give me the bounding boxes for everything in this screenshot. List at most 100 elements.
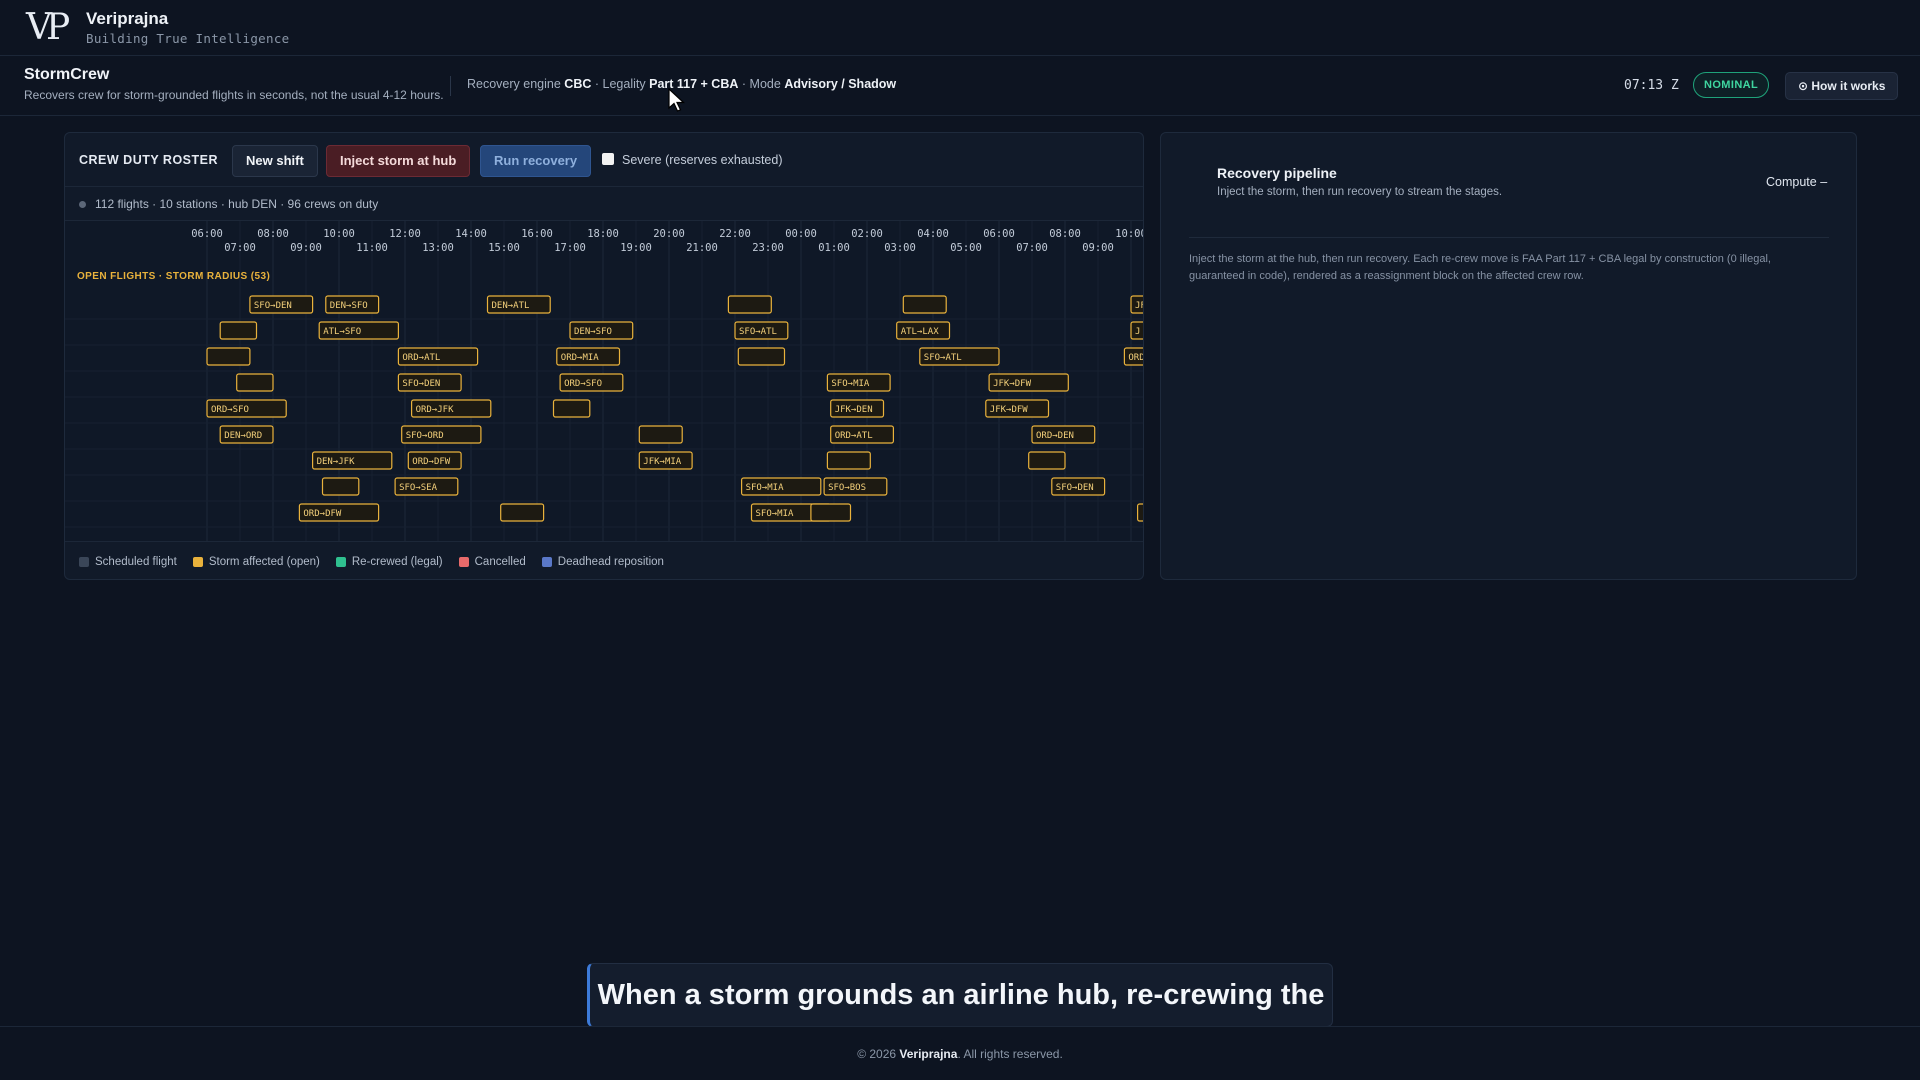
legend-storm-affected: Storm affected (open) xyxy=(192,556,320,568)
flight-label: SFO→MIA xyxy=(746,483,785,493)
flight-label: JF xyxy=(1135,301,1144,311)
footer-brand: Veriprajna xyxy=(899,1047,958,1061)
footer-suffix: . All rights reserved. xyxy=(957,1047,1063,1061)
flight-block xyxy=(236,373,274,392)
flight-block xyxy=(206,347,251,366)
roster-title: CREW DUTY ROSTER xyxy=(79,153,219,167)
roster-stats: 112 flights · 10 stations · hub DEN · 96… xyxy=(65,187,1143,221)
legend-swatch xyxy=(335,556,346,567)
time-tick-top: 16:00 xyxy=(521,228,553,240)
flight-label: DEN→SFO xyxy=(574,327,612,337)
legend-label: Re-crewed (legal) xyxy=(351,555,443,568)
time-tick-top: 08:00 xyxy=(257,228,289,240)
time-tick-top: 06:00 xyxy=(983,228,1015,240)
flight-label: SFO→DEN xyxy=(402,379,440,389)
engine-label: Recovery engine xyxy=(467,77,561,91)
time-tick-bottom: 07:00 xyxy=(224,242,256,254)
flight-label: SFO→MIA xyxy=(831,379,870,389)
flight-block xyxy=(500,503,545,522)
flight-block xyxy=(219,321,258,340)
flight-block xyxy=(1137,503,1143,522)
legend-swatch xyxy=(541,556,552,567)
mode-label: Mode xyxy=(749,77,781,91)
flight-label: ORD→ATL xyxy=(835,431,873,441)
flight-label: SFO→ORD xyxy=(406,431,444,441)
flight-block xyxy=(1028,451,1066,470)
flight-label: ATL→SFO xyxy=(323,327,361,337)
time-tick-top: 12:00 xyxy=(389,228,421,240)
flight-block xyxy=(737,347,786,366)
pipeline-title: Recovery pipeline xyxy=(1217,165,1337,181)
flight-label: ORD→MIA xyxy=(561,353,600,363)
legend-deadhead: Deadhead reposition xyxy=(541,555,664,568)
time-tick-bottom: 01:00 xyxy=(818,242,850,254)
run-recovery-button[interactable]: Run recovery xyxy=(480,145,592,177)
flight-label: SFO→ATL xyxy=(924,353,962,363)
flight-label: ORD→DFW xyxy=(412,457,451,467)
flight-label: ORD→DEN xyxy=(1036,431,1074,441)
brand-bar: VP Veriprajna Building True Intelligence xyxy=(0,0,1920,56)
time-tick-top: 00:00 xyxy=(785,228,817,240)
legend-label: Scheduled flight xyxy=(95,555,177,568)
footer: © 2026 Veriprajna. All rights reserved. xyxy=(0,1026,1920,1080)
severe-toggle[interactable]: Severe (reserves exhausted) xyxy=(602,152,783,167)
mouse-cursor-icon xyxy=(668,88,686,112)
flight-label: SFO→DEN xyxy=(1056,483,1094,493)
zulu-clock: 07:13 Z xyxy=(1624,78,1679,93)
time-tick-bottom: 09:00 xyxy=(1082,242,1114,254)
flight-label: ORD xyxy=(1128,353,1144,363)
new-shift-button[interactable]: New shift xyxy=(232,145,318,177)
legend-label: Deadhead reposition xyxy=(557,555,664,568)
engine-value: CBC xyxy=(564,77,592,91)
time-tick-top: 18:00 xyxy=(587,228,619,240)
severe-checkbox[interactable] xyxy=(602,152,614,165)
compute-toggle[interactable]: Compute – xyxy=(1766,175,1827,189)
status-badge: NOMINAL xyxy=(1693,72,1770,98)
flight-block xyxy=(902,295,947,314)
time-tick-bottom: 03:00 xyxy=(884,242,916,254)
app-subtitle: Recovers crew for storm-grounded flights… xyxy=(24,88,444,102)
legend-scheduled: Scheduled flight xyxy=(79,556,177,568)
legend-recrewed: Re-crewed (legal) xyxy=(335,555,443,568)
brand-name: Veriprajna xyxy=(86,9,169,28)
legality-value: Part 117 + CBA xyxy=(649,77,739,91)
time-tick-bottom: 17:00 xyxy=(554,242,586,254)
time-tick-top: 04:00 xyxy=(917,228,949,240)
flight-label: DEN→SFO xyxy=(330,301,368,311)
flight-label: SFO→MIA xyxy=(756,509,795,519)
time-tick-bottom: 09:00 xyxy=(290,242,322,254)
roster-toolbar: CREW DUTY ROSTER New shift Inject storm … xyxy=(65,133,1143,187)
time-tick-bottom: 23:00 xyxy=(752,242,784,254)
stats-dot-icon xyxy=(79,201,86,208)
mode-value: Advisory / Shadow xyxy=(784,77,897,91)
time-tick-bottom: 11:00 xyxy=(356,242,388,254)
footer-text: © 2026 Veriprajna. All rights reserved. xyxy=(857,1047,1063,1061)
flight-label: JFK→DFW xyxy=(990,405,1029,415)
app-title: StormCrew xyxy=(24,66,110,83)
time-tick-top: 14:00 xyxy=(455,228,487,240)
pipeline-divider xyxy=(1189,237,1829,238)
flight-block xyxy=(552,399,591,418)
flight-label: DEN→ORD xyxy=(224,431,262,441)
flight-label: DEN→JFK xyxy=(317,457,356,467)
time-tick-top: 10:00 xyxy=(323,228,355,240)
brand-text: Veriprajna Building True Intelligence xyxy=(86,9,289,46)
inject-storm-button[interactable]: Inject storm at hub xyxy=(326,145,471,177)
time-tick-top: 08:00 xyxy=(1049,228,1081,240)
how-it-works-button[interactable]: ⊙ How it works xyxy=(1785,72,1899,100)
legend-cancelled: Cancelled xyxy=(458,556,526,568)
legend-swatch xyxy=(192,556,203,567)
flight-label: JFK→MIA xyxy=(643,457,682,467)
flight-label: ORD→DFW xyxy=(303,509,342,519)
meta-sep: · xyxy=(741,77,747,91)
veriprajna-logo[interactable]: VP xyxy=(26,9,78,46)
legality-label: Legality xyxy=(602,77,646,91)
flight-label: ORD→SFO xyxy=(564,379,602,389)
time-tick-top: 02:00 xyxy=(851,228,883,240)
flight-label: ORD→SFO xyxy=(211,405,249,415)
time-tick-bottom: 07:00 xyxy=(1016,242,1048,254)
open-flights-label: OPEN FLIGHTS · STORM RADIUS (53) xyxy=(77,271,270,282)
flight-label: SFO→BOS xyxy=(828,483,866,493)
flight-label: DEN→ATL xyxy=(492,301,530,311)
pipeline-subtitle: Inject the storm, then run recovery to s… xyxy=(1217,186,1503,198)
